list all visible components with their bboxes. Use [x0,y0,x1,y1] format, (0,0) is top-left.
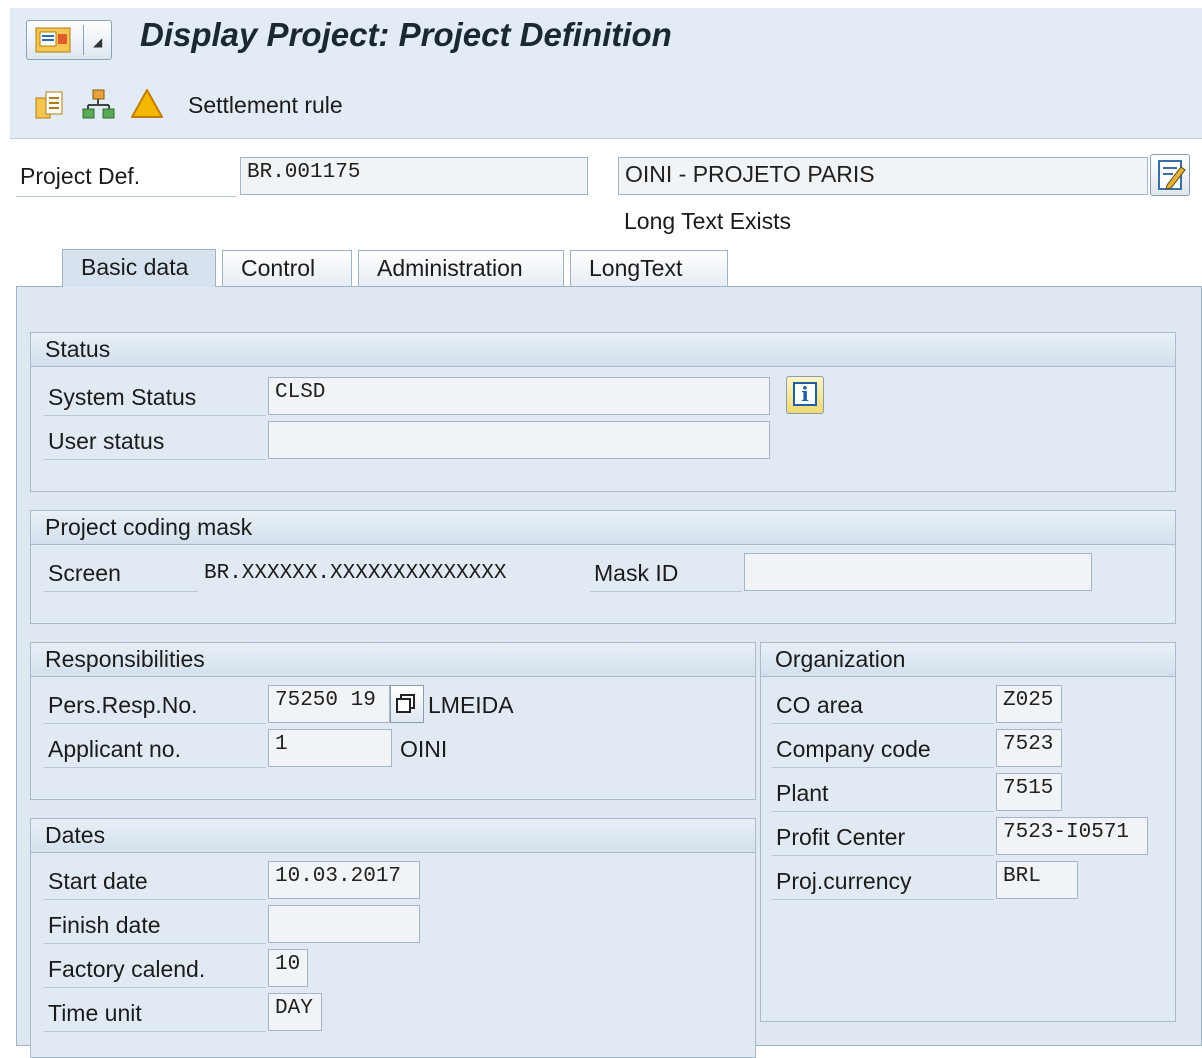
company-code-field[interactable]: 7523 [996,729,1062,767]
start-date-field[interactable]: 10.03.2017 [268,861,420,899]
plant-label: Plant [776,780,829,806]
info-icon: i [793,382,817,406]
long-text-exists-note: Long Text Exists [624,208,792,234]
pers-resp-label: Pers.Resp.No. [48,692,198,718]
tab-longtext[interactable]: LongText [570,250,728,286]
profit-center-field[interactable]: 7523-I0571 [996,817,1148,855]
status-group-title: Status [31,333,1175,367]
factory-calend-label: Factory calend. [48,956,206,982]
status-info-button[interactable]: i [786,376,824,414]
mask-id-label: Mask ID [594,560,679,586]
screen-label: Screen [48,560,121,586]
finish-date-field[interactable] [268,905,420,943]
time-unit-field[interactable]: DAY [268,993,322,1031]
tab-basic-data[interactable]: Basic data [62,249,216,287]
start-date-underline [44,899,266,900]
responsibilities-group-title: Responsibilities [31,643,755,677]
user-status-underline [44,459,266,460]
value-help-icon [396,694,415,713]
pers-resp-name: LMEIDA [428,692,514,718]
applicant-field[interactable]: 1 [268,729,392,767]
time-unit-label: Time unit [48,1000,142,1026]
system-status-label: System Status [48,384,197,410]
project-description-field[interactable]: OINI - PROJETO PARIS [618,157,1148,195]
co-area-label: CO area [776,692,863,718]
proj-currency-underline [772,899,994,900]
mask-id-field[interactable] [744,553,1092,591]
edit-long-text-button[interactable] [1150,154,1190,196]
tab-control[interactable]: Control [222,250,352,286]
system-menu-button[interactable]: ◢ [26,20,112,60]
profit-center-underline [772,855,994,856]
project-def-label-underline [16,196,236,197]
applicant-label: Applicant no. [48,736,181,762]
company-code-label: Company code [776,736,931,762]
proj-currency-label: Proj.currency [776,868,912,894]
screen-mask-value: BR.XXXXXX.XXXXXXXXXXXXXX [204,562,507,585]
dropdown-arrow-icon: ◢ [93,35,103,49]
plant-underline [772,811,994,812]
hierarchy-detail-icon[interactable] [34,88,68,120]
plant-field[interactable]: 7515 [996,773,1062,811]
system-status-underline [44,415,266,416]
factory-calend-underline [44,987,266,988]
system-status-field[interactable]: CLSD [268,377,770,415]
co-area-field[interactable]: Z025 [996,685,1062,723]
coding-mask-group-title: Project coding mask [31,511,1175,545]
tab-administration[interactable]: Administration [358,250,564,286]
screen-label-underline [44,591,198,592]
finish-date-label: Finish date [48,912,161,938]
time-unit-underline [44,1031,266,1032]
pers-resp-underline [44,723,266,724]
user-status-label: User status [48,428,165,454]
proj-currency-field[interactable]: BRL [996,861,1078,899]
applicant-name: OINI [400,736,448,762]
factory-calend-field[interactable]: 10 [268,949,308,987]
project-def-label: Project Def. [20,163,141,189]
settlement-rule-button[interactable]: Settlement rule [188,92,343,119]
organization-group-title: Organization [761,643,1175,677]
profit-center-label: Profit Center [776,824,906,850]
pers-resp-field[interactable]: 75250 19 [268,685,390,723]
edit-pencil-icon [1158,160,1186,190]
user-status-field[interactable] [268,421,770,459]
page-title: Display Project: Project Definition [140,16,672,53]
applicant-underline [44,767,266,768]
dates-group-title: Dates [31,819,755,853]
start-date-label: Start date [48,868,148,894]
structure-tree-icon[interactable] [82,88,116,120]
project-def-field[interactable]: BR.001175 [240,157,588,195]
finish-date-underline [44,943,266,944]
mask-id-label-underline [590,591,742,592]
pers-resp-search-help-button[interactable] [390,685,424,723]
menu-icon [35,27,71,53]
warning-icon[interactable] [130,88,164,120]
company-code-underline [772,767,994,768]
co-area-underline [772,723,994,724]
